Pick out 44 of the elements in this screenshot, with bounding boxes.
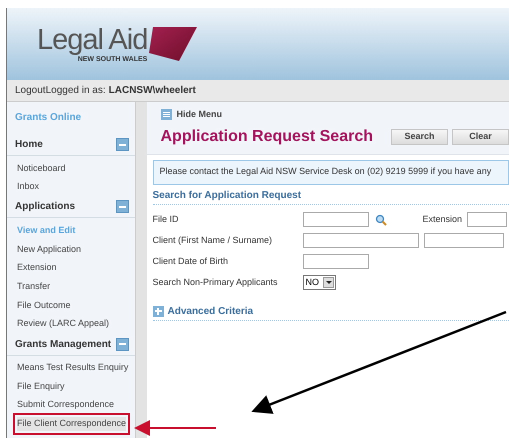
form-title: Search for Application Request — [152, 188, 509, 204]
section-heading: Grants Management — [15, 338, 112, 352]
section-heading: Applications — [15, 200, 76, 214]
search-icon[interactable] — [374, 214, 386, 226]
input-field[interactable] — [302, 212, 368, 227]
login-label: Logged in as: — [46, 84, 106, 98]
field-label: Search Non-Primary Applicants — [152, 276, 279, 289]
menu-item[interactable]: Means Test Results Enquiry — [17, 361, 128, 375]
menu-icon[interactable] — [160, 109, 172, 120]
menu-item[interactable]: Inbox — [17, 180, 40, 194]
section-heading: Home — [15, 138, 43, 152]
menu-item[interactable]: Submit Correspondence — [17, 398, 114, 412]
select-field[interactable]: NO — [302, 275, 336, 290]
expand-icon[interactable] — [152, 306, 164, 316]
collapse-icon[interactable] — [116, 338, 130, 350]
menu-item[interactable]: New Application — [17, 242, 82, 256]
username: LACNSW\wheelert — [108, 84, 196, 98]
menu-item[interactable]: File Outcome — [17, 298, 71, 312]
field-label: Client (First Name / Surname) — [152, 234, 274, 247]
page-title: Application Request Search — [160, 126, 373, 146]
menu-item[interactable]: Extension — [17, 261, 57, 275]
menu-item[interactable]: Noticeboard — [17, 162, 66, 176]
logo-text: Legal Aid — [37, 24, 148, 54]
sidebar-title: Grants Online — [14, 111, 82, 125]
advanced-criteria-link[interactable]: Advanced Criteria — [168, 304, 254, 318]
collapse-icon[interactable] — [116, 200, 130, 214]
field-label: Extension — [422, 212, 462, 226]
collapse-icon[interactable] — [116, 138, 130, 151]
field-label: Client Date of Birth — [152, 254, 230, 268]
logo-shape-icon — [149, 26, 198, 60]
input-field[interactable] — [302, 254, 368, 269]
input-field[interactable] — [424, 233, 504, 248]
field-label: File ID — [152, 212, 180, 226]
action-button[interactable]: Clear — [452, 128, 509, 144]
notice-banner: Please contact the Legal Aid NSW Service Desk on (02) 9219 5999 if you have any — [152, 160, 509, 184]
menu-item[interactable]: File Enquiry — [17, 380, 65, 394]
action-button[interactable]: Search — [391, 128, 448, 144]
menu-item[interactable]: Review (LARC Appeal) — [17, 317, 110, 331]
logout-link[interactable]: Logout — [15, 83, 46, 98]
hide-menu-link[interactable]: Hide Menu — [176, 108, 222, 122]
menu-item[interactable]: File Client Correspondence — [17, 417, 126, 431]
input-field[interactable] — [467, 212, 508, 227]
menu-item[interactable]: Transfer — [17, 280, 50, 294]
input-field[interactable] — [302, 233, 418, 248]
